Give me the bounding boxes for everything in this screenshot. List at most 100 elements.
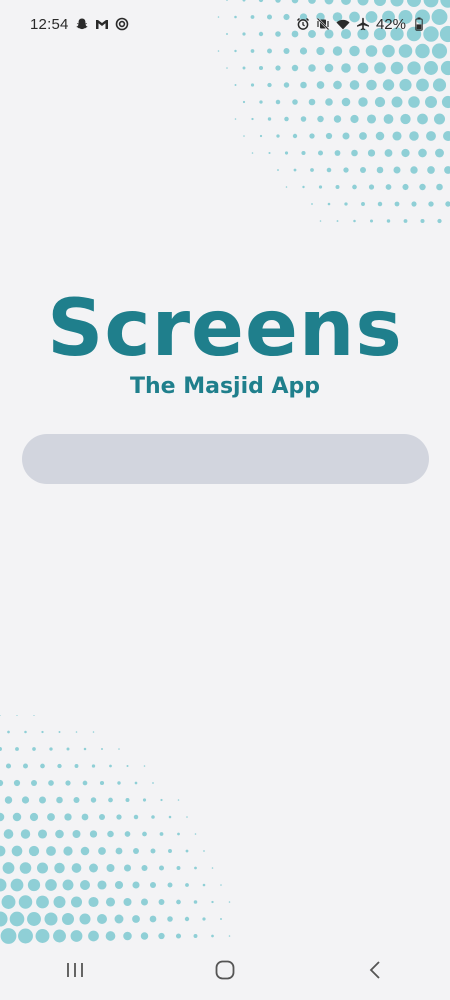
decorative-dot [308,64,316,72]
decorative-dot [66,747,70,751]
decorative-dot [55,829,64,839]
decorative-dot [61,912,75,926]
decorative-dot [71,863,82,873]
decorative-dot [343,167,349,173]
decorative-dot [118,748,120,750]
decorative-dot [301,150,306,156]
decorative-dot [0,812,5,822]
decorative-dot [374,62,386,74]
decorative-dot [384,149,393,157]
decorative-dot [435,148,444,158]
recents-button[interactable] [45,952,105,992]
decorative-dot [167,916,173,922]
decorative-dot [193,900,198,904]
decorative-dot [29,812,39,822]
decorative-dot [292,133,298,139]
decorative-dot [15,747,19,751]
decorative-dot [202,883,206,887]
decorative-dot [123,897,132,907]
status-right: 42% [296,16,426,33]
decorative-dot [351,149,358,157]
app-title: Screens [47,284,403,374]
decorative-dot [73,796,80,804]
decorative-dot [333,115,342,123]
decorative-dot [117,781,121,785]
decorative-dot [409,131,419,141]
decorative-dot [336,220,339,222]
decorative-dot [251,152,254,154]
airplane-icon [356,17,370,31]
decorative-dot [309,133,315,139]
decorative-dot [316,46,325,56]
decorative-dot [308,98,316,106]
decorative-dot [399,78,412,92]
decorative-dot [74,764,79,768]
gmail-icon [95,17,109,31]
decorative-dot [383,114,394,124]
decorative-dot [317,150,324,156]
decorative-dot [194,833,197,835]
decorative-dot [47,813,55,821]
recents-icon [64,961,86,984]
decorative-dot [105,931,116,941]
decorative-dot [158,932,165,940]
decorative-dot [0,747,2,751]
decorative-dot [142,831,147,837]
decorative-dot [79,879,91,891]
decorative-dot [33,715,35,716]
home-button[interactable] [195,952,255,992]
decorative-dot [186,816,188,818]
decorative-dot [242,100,246,104]
decorative-dot [177,799,180,801]
decorative-dot [426,131,436,141]
decorative-dot [31,780,37,786]
decorative-dot [211,867,214,869]
decorative-dot [150,848,156,854]
decorative-dot [394,201,400,207]
decorative-dot [12,812,22,822]
decorative-dot [369,219,374,223]
decorative-dot [18,895,33,909]
decorative-dot [89,830,98,838]
decorative-dot [54,862,65,874]
decorative-dot [242,66,246,70]
decorative-dot [45,879,57,891]
decorative-dot [400,113,411,125]
decorative-dot [98,813,106,821]
decorative-dot [0,715,1,716]
decorative-dot [123,864,132,872]
decorative-dot [283,82,290,88]
decorative-dot [99,780,105,786]
status-bar: 12:54 42% [0,0,450,48]
decorative-dot [382,79,395,91]
decorative-dot [353,219,356,223]
decorative-dot [18,928,33,944]
back-icon [368,959,382,986]
decorative-dot [419,183,426,191]
battery-percentage: 42% [375,15,406,33]
decorative-dot [376,166,384,174]
decorative-dot [88,896,99,908]
decorative-dot [41,730,44,734]
decorative-dot [300,116,307,122]
decorative-dot [441,95,450,109]
decorative-dot [37,829,48,839]
decorative-dot [217,50,220,52]
decorative-dot [159,832,164,836]
snapchat-icon [75,17,89,31]
splash-screen: 12:54 42% Screens The Masjid App [0,0,450,1000]
back-button[interactable] [345,952,405,992]
decorative-dot [168,849,172,853]
decorative-dot [424,61,438,75]
decorative-dot [124,831,131,837]
decorative-dot [53,896,66,908]
decorative-dot [250,83,255,87]
decorative-dot [82,780,88,786]
decorative-dot [193,934,198,938]
decorative-dot [277,169,279,171]
decorative-dot [134,781,138,785]
decorative-dot [1,895,16,909]
decorative-dot [142,798,147,802]
decorative-dot [401,148,410,158]
decorative-dot [211,900,214,904]
